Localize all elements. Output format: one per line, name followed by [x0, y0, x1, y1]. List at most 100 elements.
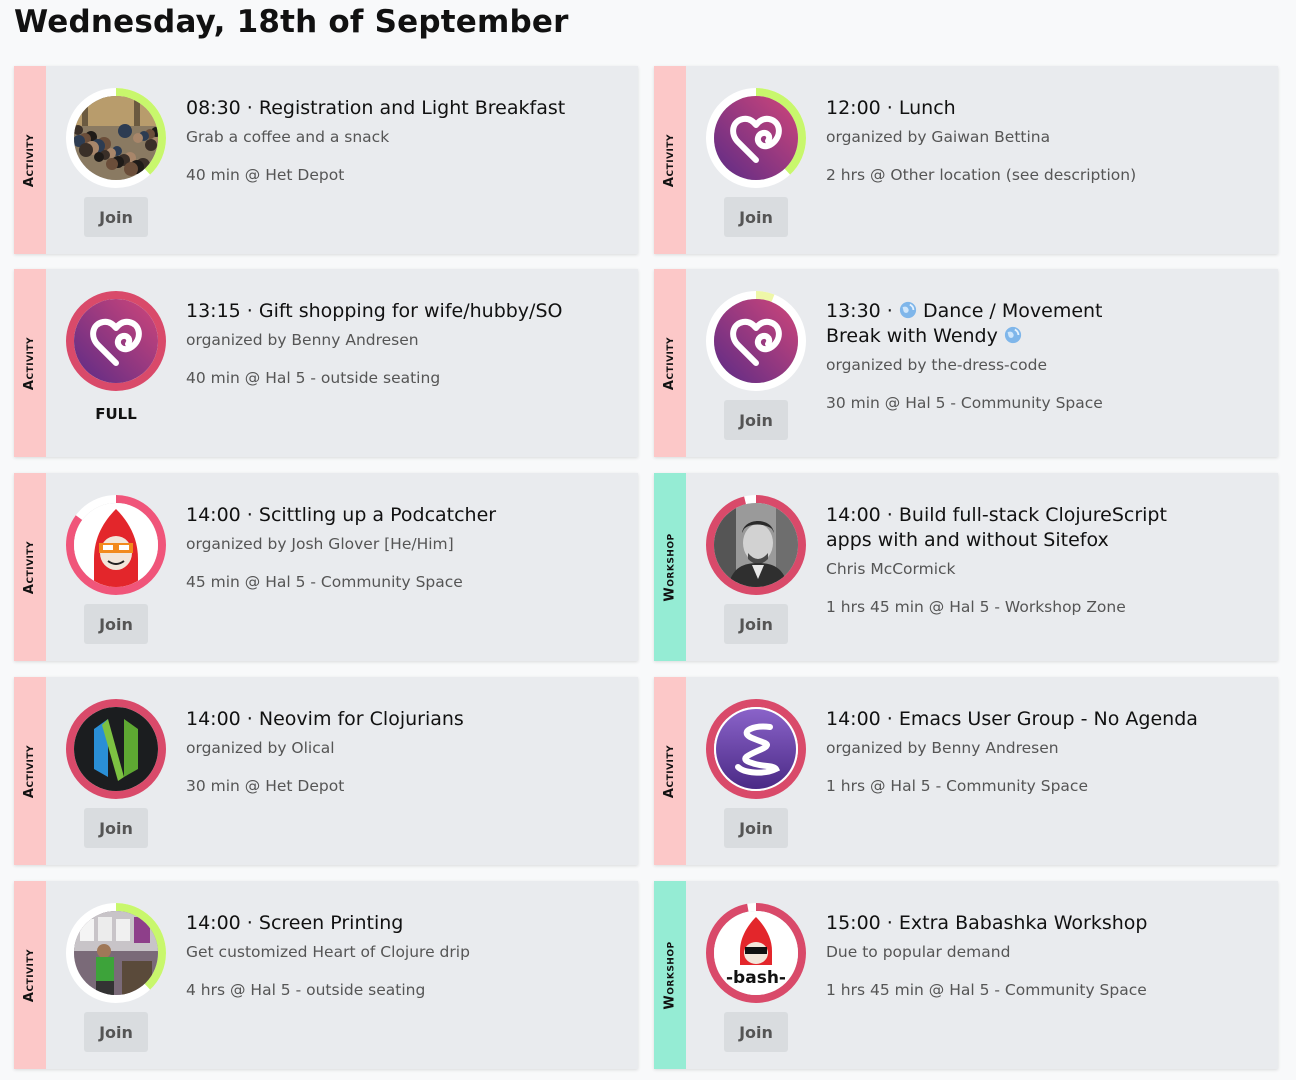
session-duration-location: 40 min @ Hal 5 - outside seating: [186, 369, 441, 387]
session-card[interactable]: Activity Join 14:00 · Screen Printing Ge…: [14, 881, 638, 1069]
session-avatar[interactable]: [66, 495, 166, 595]
session-card[interactable]: Workshop -bash- Join 15:00 · Extra Babas…: [654, 881, 1278, 1069]
session-avatar[interactable]: [706, 495, 806, 595]
session-title-text: Build full-stack ClojureScript: [898, 504, 1167, 526]
session-info: 12:00 · Lunch organized by Gaiwan Bettin…: [826, 96, 1266, 185]
session-organizer: organized by Gaiwan Bettina: [826, 128, 1051, 146]
session-type-label: Workshop: [662, 532, 678, 602]
session-title[interactable]: 14:00 · Scittling up a Podcatcher: [186, 503, 626, 528]
session-type-label: Workshop: [662, 940, 678, 1010]
full-label: FULL: [95, 405, 137, 423]
session-type-label: Activity: [662, 744, 678, 798]
day-title: Wednesday, 18th of September: [14, 4, 569, 40]
session-info: 14:00 · Emacs User Group - No Agenda org…: [826, 707, 1266, 796]
session-type-strip: Workshop: [654, 881, 686, 1069]
session-duration-location: 1 hrs @ Hal 5 - Community Space: [826, 777, 1088, 795]
session-duration-location: 30 min @ Het Depot: [186, 777, 345, 795]
session-avatar[interactable]: -bash-: [706, 903, 806, 1003]
join-button[interactable]: Join: [724, 1012, 788, 1052]
session-title[interactable]: 15:00 · Extra Babashka Workshop: [826, 911, 1266, 936]
session-type-strip: Activity: [14, 881, 46, 1069]
session-card[interactable]: Workshop Join 14:00 · Build full-stack C…: [654, 473, 1278, 661]
session-title-text: Dance / Movement: [922, 300, 1103, 322]
session-avatar[interactable]: [66, 88, 166, 188]
session-avatar[interactable]: [66, 903, 166, 1003]
session-type-strip: Activity: [14, 677, 46, 865]
session-card[interactable]: Activity Join 14:00 · Scittling up a Pod…: [14, 473, 638, 661]
session-type-label: Activity: [662, 133, 678, 187]
session-duration-location: 1 hrs 45 min @ Hal 5 - Community Space: [826, 981, 1147, 999]
join-button[interactable]: Join: [84, 197, 148, 237]
session-avatar[interactable]: [66, 291, 166, 391]
session-type-strip: Activity: [14, 473, 46, 661]
join-button[interactable]: Join: [724, 197, 788, 237]
session-title[interactable]: 14:00 · Build full-stack ClojureScript ap…: [826, 503, 1266, 553]
session-info: 14:00 · Screen Printing Get customized H…: [186, 911, 626, 1000]
session-info: 08:30 · Registration and Light Breakfast…: [186, 96, 626, 185]
session-duration-location: 1 hrs 45 min @ Hal 5 - Workshop Zone: [826, 598, 1126, 616]
session-type-label: Activity: [22, 540, 38, 594]
session-title-text: Screen Printing: [258, 912, 404, 934]
session-organizer: organized by Benny Andresen: [186, 331, 419, 349]
heart-logo-icon: [714, 96, 798, 180]
session-info: 13:15 · Gift shopping for wife/hubby/SO …: [186, 299, 626, 388]
session-avatar[interactable]: [706, 88, 806, 188]
session-organizer: Get customized Heart of Clojure drip: [186, 943, 470, 961]
join-button[interactable]: Join: [724, 604, 788, 644]
session-type-strip: Activity: [14, 269, 46, 457]
session-card[interactable]: Activity Join 14:00 · Neovim for Clojuri…: [14, 677, 638, 865]
session-type-label: Activity: [22, 948, 38, 1002]
session-title-text: Registration and Light Breakfast: [258, 97, 566, 119]
join-button[interactable]: Join: [724, 808, 788, 848]
screenprint-photo-icon: [74, 911, 158, 995]
session-title[interactable]: 14:00 · Neovim for Clojurians: [186, 707, 626, 732]
session-type-label: Activity: [22, 133, 38, 187]
session-type-strip: Activity: [654, 66, 686, 254]
session-card[interactable]: Activity FULL 13:15 · Gift shopping for …: [14, 269, 638, 457]
join-button[interactable]: Join: [84, 1012, 148, 1052]
red-hood-avatar-icon: [74, 503, 158, 587]
session-title[interactable]: 12:00 · Lunch: [826, 96, 1266, 121]
globe-icon: [1004, 326, 1022, 344]
session-info: 13:30 · Dance / Movement Break with Wendy…: [826, 299, 1266, 413]
session-type-label: Activity: [662, 336, 678, 390]
heart-logo-icon: [74, 299, 158, 383]
session-info: 15:00 · Extra Babashka Workshop Due to p…: [826, 911, 1266, 1000]
session-title[interactable]: 08:30 · Registration and Light Breakfast: [186, 96, 626, 121]
join-button[interactable]: Join: [84, 808, 148, 848]
heart-logo-icon: [714, 299, 798, 383]
session-type-label: Activity: [22, 336, 38, 390]
session-organizer: organized by Benny Andresen: [826, 739, 1059, 757]
session-title[interactable]: 14:00 · Screen Printing: [186, 911, 626, 936]
session-title[interactable]: 13:30 · Dance / Movement Break with Wendy: [826, 299, 1266, 349]
session-avatar[interactable]: [66, 699, 166, 799]
babashka-logo-icon: -bash-: [714, 911, 798, 995]
session-title-text: Gift shopping for wife/hubby/SO: [258, 300, 563, 322]
session-organizer: organized by Olical: [186, 739, 335, 757]
session-title-text: Lunch: [898, 97, 956, 119]
session-avatar[interactable]: [706, 291, 806, 391]
session-title-text: Neovim for Clojurians: [258, 708, 464, 730]
session-avatar[interactable]: [706, 699, 806, 799]
emacs-logo-icon: [714, 707, 798, 791]
session-duration-location: 45 min @ Hal 5 - Community Space: [186, 573, 463, 591]
session-title-text: Extra Babashka Workshop: [898, 912, 1148, 934]
session-organizer: Chris McCormick: [826, 560, 956, 578]
crowd-photo-icon: [74, 96, 158, 180]
session-card[interactable]: Activity Join 13:30 · Dance / Movement Br…: [654, 269, 1278, 457]
portrait-photo-icon: [714, 503, 798, 587]
session-card[interactable]: Activity Join 14:00 · Emacs User Group -…: [654, 677, 1278, 865]
session-info: 14:00 · Neovim for Clojurians organized …: [186, 707, 626, 796]
session-info: 14:00 · Build full-stack ClojureScript ap…: [826, 503, 1266, 617]
session-title-text: Scittling up a Podcatcher: [258, 504, 497, 526]
session-card[interactable]: Activity Join 12:00 · Lunch organized by…: [654, 66, 1278, 254]
session-type-label: Activity: [22, 744, 38, 798]
session-title[interactable]: 14:00 · Emacs User Group - No Agenda: [826, 707, 1266, 732]
session-info: 14:00 · Scittling up a Podcatcher organi…: [186, 503, 626, 592]
session-organizer: organized by Josh Glover [He/Him]: [186, 535, 454, 553]
session-organizer: Due to popular demand: [826, 943, 1011, 961]
join-button[interactable]: Join: [724, 400, 788, 440]
session-card[interactable]: Activity Join 08:30 · Registration and L…: [14, 66, 638, 254]
session-title[interactable]: 13:15 · Gift shopping for wife/hubby/SO: [186, 299, 626, 324]
join-button[interactable]: Join: [84, 604, 148, 644]
